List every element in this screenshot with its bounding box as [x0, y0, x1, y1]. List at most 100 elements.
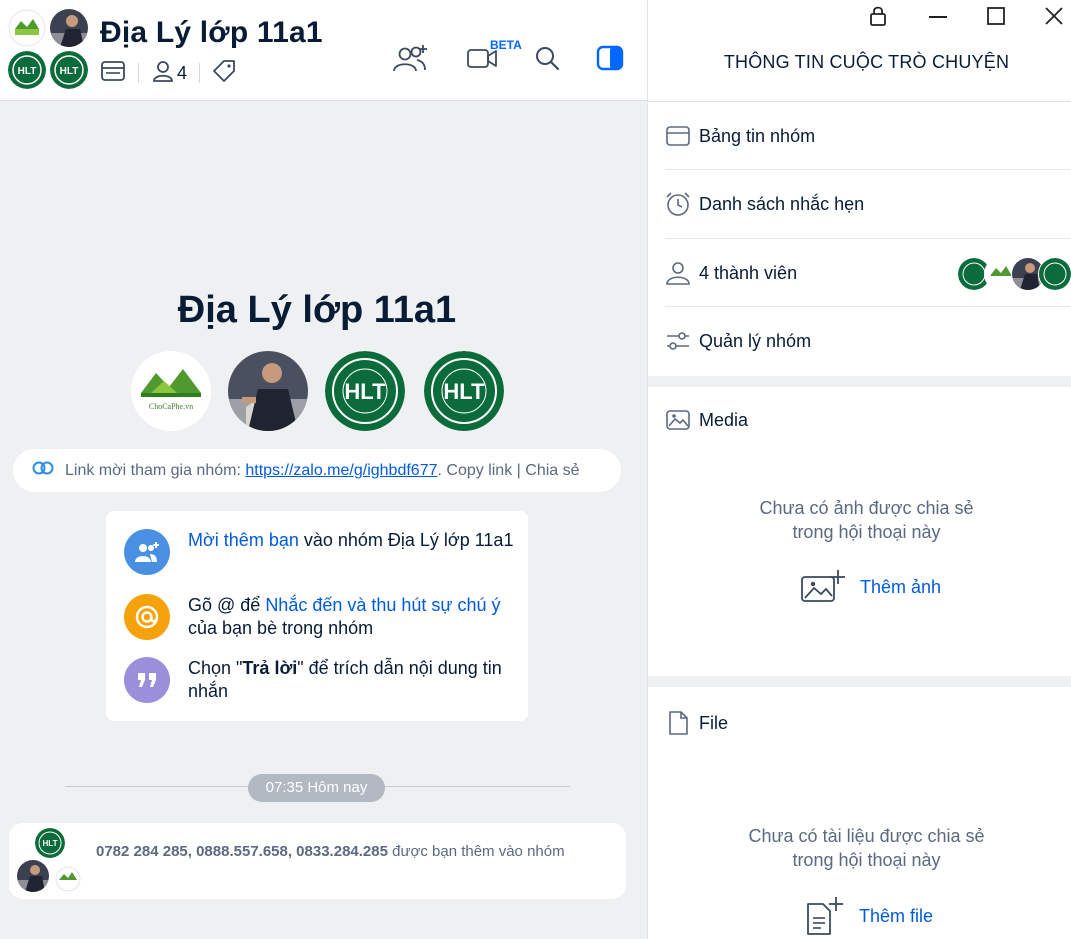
avatar-person: [17, 860, 49, 892]
newsfeed-icon[interactable]: [100, 59, 126, 88]
media-section-header[interactable]: Media: [665, 409, 748, 431]
group-meta: 4: [100, 58, 236, 88]
add-photo-label: Thêm ảnh: [860, 576, 942, 597]
avatar-hlt: HLT: [35, 828, 65, 858]
invite-friends-link[interactable]: Mời thêm bạn: [188, 530, 299, 550]
search-button[interactable]: [527, 38, 567, 78]
invite-divider: |: [516, 461, 521, 479]
link-icon: [31, 460, 55, 481]
add-friends-icon: [124, 529, 170, 575]
added-members-names: 0782 284 285, 0888.557.658, 0833.284.285: [96, 843, 388, 860]
file-empty-line1: Chưa có tài liệu được chia sẻ: [748, 826, 985, 846]
members-icon[interactable]: [151, 59, 175, 88]
info-panel: THÔNG TIN CUỘC TRÒ CHUYỆN Bảng tin nhóm …: [647, 0, 1071, 939]
divider: [138, 63, 139, 83]
alarm-clock-icon: [665, 191, 691, 217]
tip-invite: Mời thêm bạn vào nhóm Địa Lý lớp 11a1: [124, 529, 518, 575]
image-icon: [665, 409, 691, 431]
beta-badge: BETA: [490, 38, 522, 52]
maximize-icon: [987, 7, 1005, 25]
group-newsfeed-item[interactable]: Bảng tin nhóm: [665, 102, 1071, 170]
newsfeed-icon: [665, 125, 691, 147]
group-avatar[interactable]: HLT HLT: [8, 9, 92, 93]
avatar-person: [50, 9, 88, 47]
add-friends-icon: [393, 45, 427, 72]
media-empty-state: Chưa có ảnh được chia sẻ trong hội thoại…: [648, 496, 1071, 544]
invite-link-bar: Link mời tham gia nhóm: https://zalo.me/…: [13, 449, 621, 492]
toggle-info-panel-button[interactable]: [590, 38, 630, 78]
lock-button[interactable]: [863, 3, 893, 29]
quote-icon: [124, 657, 170, 703]
tip-mention-pre: Gõ @ để: [188, 595, 266, 615]
members-icon: [665, 260, 691, 286]
avatar-hlt: [1038, 257, 1071, 291]
add-member-button[interactable]: [390, 38, 430, 78]
add-photo-button[interactable]: Thêm ảnh: [800, 569, 941, 605]
minimize-button[interactable]: [923, 3, 953, 29]
group-newsfeed-label: Bảng tin nhóm: [699, 125, 816, 146]
search-icon: [536, 47, 560, 71]
tip-quote-text: Chọn "Trả lời" để trích dẫn nội dung tin…: [188, 657, 518, 703]
member-count[interactable]: 4: [177, 63, 187, 84]
info-panel-title: THÔNG TIN CUỘC TRÒ CHUYỆN: [723, 52, 1010, 72]
invite-dot: .: [437, 461, 442, 479]
avatar-chocaphe[interactable]: ChoCaPhe.vn: [131, 351, 211, 431]
maximize-button[interactable]: [981, 3, 1011, 29]
system-message-avatars: HLT: [17, 828, 92, 892]
close-icon: [1045, 7, 1063, 25]
intro-group-title: Địa Lý lớp 11a1: [177, 289, 457, 331]
group-management-item[interactable]: Quản lý nhóm: [665, 307, 1071, 375]
tip-mention: Gõ @ để Nhắc đến và thu hút sự chú ý của…: [124, 594, 518, 640]
tip-quote: Chọn "Trả lời" để trích dẫn nội dung tin…: [124, 657, 518, 703]
divider: [199, 63, 201, 83]
file-empty-state: Chưa có tài liệu được chia sẻ trong hội …: [648, 824, 1071, 872]
media-empty-line1: Chưa có ảnh được chia sẻ: [759, 498, 974, 518]
at-sign-icon: [124, 594, 170, 640]
add-file-button[interactable]: Thêm file: [805, 896, 933, 936]
chocaphe-logo-text: ChoCaPhe.vn: [149, 402, 193, 411]
tip-mention-text: Gõ @ để Nhắc đến và thu hút sự chú ý của…: [188, 594, 518, 640]
tip-invite-text: Mời thêm bạn vào nhóm Địa Lý lớp 11a1: [188, 529, 518, 575]
hlt-logo-text: HLT: [60, 66, 79, 77]
close-button[interactable]: [1039, 3, 1069, 29]
share-link-button[interactable]: Chia sẻ: [525, 462, 579, 480]
tag-icon[interactable]: [212, 59, 236, 88]
reply-keyword: Trả lời: [242, 658, 298, 678]
section-separator: [648, 376, 1071, 387]
media-empty-line2: trong hội thoại này: [792, 522, 941, 542]
file-title: File: [699, 712, 729, 733]
tips-card: Mời thêm bạn vào nhóm Địa Lý lớp 11a1 Gõ…: [106, 511, 528, 721]
group-management-label: Quản lý nhóm: [699, 330, 812, 351]
reminders-label: Danh sách nhắc hẹn: [699, 193, 865, 214]
invite-link[interactable]: https://zalo.me/g/ighbdf677: [245, 462, 437, 480]
members-label: 4 thành viên: [699, 262, 798, 283]
avatar-hlt[interactable]: HLT: [325, 351, 405, 431]
avatar-hlt: HLT: [8, 51, 46, 89]
timestamp-badge: 07:35 Hôm nay: [248, 774, 385, 802]
system-message: HLT 0782 284 285, 0888.557.658, 0833.284…: [9, 823, 626, 899]
file-empty-line2: trong hội thoại này: [792, 850, 941, 870]
section-separator: [648, 676, 1071, 687]
avatar-chocaphe: [55, 866, 81, 892]
tip-mention-rest: của bạn bè trong nhóm: [188, 618, 374, 638]
add-file-label: Thêm file: [859, 905, 934, 926]
chat-pane: HLT HLT Địa Lý lớp 11a1 4 BETA Địa Lý lớ…: [0, 0, 647, 939]
add-file-icon: [805, 896, 845, 936]
avatar-chocaphe: [8, 9, 46, 47]
hlt-logo-text: HLT: [344, 379, 386, 404]
avatar-hlt: HLT: [50, 51, 88, 89]
reminders-item[interactable]: Danh sách nhắc hẹn: [665, 170, 1071, 238]
media-title: Media: [699, 409, 749, 430]
system-message-text: 0782 284 285, 0888.557.658, 0833.284.285…: [96, 840, 596, 864]
file-section-header[interactable]: File: [665, 710, 728, 736]
group-title[interactable]: Địa Lý lớp 11a1: [100, 16, 323, 50]
hlt-logo-text: HLT: [43, 839, 58, 848]
avatar-hlt[interactable]: HLT: [424, 351, 504, 431]
settings-sliders-icon: [665, 330, 691, 352]
hlt-logo-text: HLT: [18, 66, 37, 77]
mention-link[interactable]: Nhắc đến và thu hút sự chú ý: [265, 595, 500, 615]
panel-toggle-icon: [596, 45, 624, 71]
copy-link-button[interactable]: Copy link: [446, 462, 512, 480]
avatar-person[interactable]: [228, 351, 308, 431]
hlt-logo-text: HLT: [443, 379, 485, 404]
